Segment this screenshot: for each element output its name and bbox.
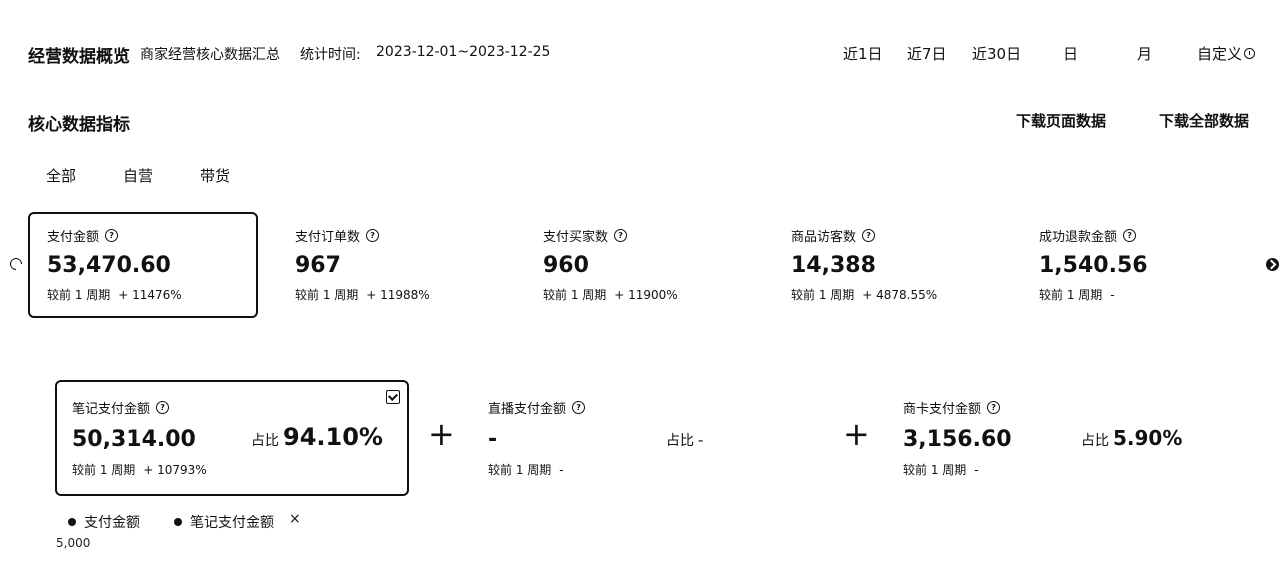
- help-icon[interactable]: ?: [862, 229, 876, 242]
- metric-card-buyer-count[interactable]: 支付买家数? 960 较前 1 周期 + 11900%: [525, 212, 755, 318]
- metric-label: 商品访客数: [791, 230, 857, 245]
- metric-change: + 11988%: [366, 288, 430, 302]
- metric-value: 967: [295, 253, 341, 278]
- help-icon[interactable]: ?: [156, 401, 170, 414]
- legend-item-payment-amount[interactable]: 支付金额: [68, 512, 140, 532]
- range-30d-button[interactable]: 近30日: [972, 43, 1021, 64]
- breakdown-change: -: [974, 463, 979, 477]
- legend-label: 支付金额: [84, 515, 140, 531]
- breakdown-label: 笔记支付金额: [72, 402, 151, 417]
- page-subtitle: 商家经营核心数据汇总: [140, 47, 280, 63]
- breakdown-compare-label: 较前 1 周期: [72, 463, 136, 477]
- ratio-value: 5.90%: [1113, 426, 1183, 450]
- legend-item-note-payment[interactable]: 笔记支付金额: [174, 512, 274, 532]
- metric-compare-label: 较前 1 周期: [295, 288, 359, 302]
- checkbox-checked-icon[interactable]: [386, 390, 400, 404]
- metric-change: + 11476%: [118, 288, 182, 302]
- metric-compare-label: 较前 1 周期: [1039, 288, 1103, 302]
- tab-self-operated[interactable]: 自营: [123, 165, 153, 186]
- metric-value: 1,540.56: [1039, 253, 1148, 278]
- legend-dot-icon: [174, 518, 182, 526]
- metric-label: 支付金额: [47, 230, 100, 245]
- ratio-value: -: [698, 431, 704, 449]
- metric-value: 53,470.60: [47, 253, 171, 278]
- breakdown-value: -: [488, 427, 498, 452]
- metric-label: 成功退款金额: [1039, 230, 1118, 245]
- breakdown-change: -: [559, 463, 564, 477]
- metric-value: 14,388: [791, 253, 876, 278]
- breakdown-label: 商卡支付金额: [903, 402, 982, 417]
- breakdown-ratio-live: 占比 -: [666, 430, 703, 450]
- metric-compare-label: 较前 1 周期: [791, 288, 855, 302]
- breakdown-compare-label: 较前 1 周期: [903, 463, 967, 477]
- range-7d-button[interactable]: 近7日: [907, 43, 947, 64]
- ratio-value: 94.10%: [283, 423, 383, 451]
- carousel-next-icon[interactable]: [1266, 258, 1279, 271]
- breakdown-card-live-payment[interactable]: 直播支付金额? - 较前 1 周期 -: [472, 380, 812, 496]
- metric-card-payment-amount[interactable]: 支付金额? 53,470.60 较前 1 周期 + 11476%: [28, 212, 258, 318]
- plus-icon: +: [843, 415, 870, 453]
- metric-change: + 11900%: [614, 288, 678, 302]
- help-icon[interactable]: ?: [366, 229, 380, 242]
- metric-card-visitor-count[interactable]: 商品访客数? 14,388 较前 1 周期 + 4878.55%: [773, 212, 1003, 318]
- ratio-label: 占比: [251, 433, 279, 449]
- stat-time-range: 2023-12-01~2023-12-25: [376, 44, 551, 60]
- close-icon[interactable]: ×: [289, 511, 301, 527]
- stat-time-label: 统计时间:: [300, 47, 361, 63]
- carousel-prev-icon[interactable]: [7, 255, 25, 273]
- plus-icon: +: [428, 415, 455, 453]
- range-custom-label: 自定义: [1197, 45, 1243, 63]
- ratio-label: 占比: [666, 433, 694, 449]
- range-1d-button[interactable]: 近1日: [843, 43, 883, 64]
- breakdown-ratio-product-card: 占比 5.90%: [1081, 426, 1182, 450]
- metric-compare-label: 较前 1 周期: [47, 288, 111, 302]
- range-day-button[interactable]: 日: [1063, 43, 1078, 64]
- download-all-data-button[interactable]: 下载全部数据: [1159, 110, 1249, 131]
- range-month-button[interactable]: 月: [1137, 43, 1152, 64]
- help-icon[interactable]: ?: [572, 401, 586, 414]
- info-icon: [1244, 48, 1256, 59]
- help-icon[interactable]: ?: [987, 401, 1001, 414]
- tab-all[interactable]: 全部: [46, 165, 76, 186]
- breakdown-ratio-note: 占比 94.10%: [251, 423, 383, 451]
- metric-change: -: [1110, 288, 1115, 302]
- metric-change: + 4878.55%: [862, 288, 938, 302]
- ratio-label: 占比: [1081, 433, 1109, 449]
- tab-distribution[interactable]: 带货: [200, 165, 230, 186]
- breakdown-compare-label: 较前 1 周期: [488, 463, 552, 477]
- page-title: 经营数据概览: [28, 47, 130, 67]
- range-custom-button[interactable]: 自定义: [1197, 43, 1256, 64]
- metric-label: 支付订单数: [295, 230, 361, 245]
- legend-label: 笔记支付金额: [190, 515, 274, 531]
- help-icon[interactable]: ?: [105, 229, 119, 242]
- help-icon[interactable]: ?: [1123, 229, 1137, 242]
- y-axis-tick: 5,000: [56, 536, 91, 550]
- section-title: 核心数据指标: [28, 115, 130, 135]
- metric-card-refund-amount[interactable]: 成功退款金额? 1,540.56 较前 1 周期 -: [1021, 212, 1251, 318]
- legend-dot-icon: [68, 518, 76, 526]
- metric-compare-label: 较前 1 周期: [543, 288, 607, 302]
- metric-value: 960: [543, 253, 589, 278]
- breakdown-change: + 10793%: [143, 463, 207, 477]
- download-page-data-button[interactable]: 下载页面数据: [1016, 110, 1106, 131]
- breakdown-label: 直播支付金额: [488, 402, 567, 417]
- metric-label: 支付买家数: [543, 230, 609, 245]
- help-icon[interactable]: ?: [614, 229, 628, 242]
- metric-card-order-count[interactable]: 支付订单数? 967 较前 1 周期 + 11988%: [277, 212, 507, 318]
